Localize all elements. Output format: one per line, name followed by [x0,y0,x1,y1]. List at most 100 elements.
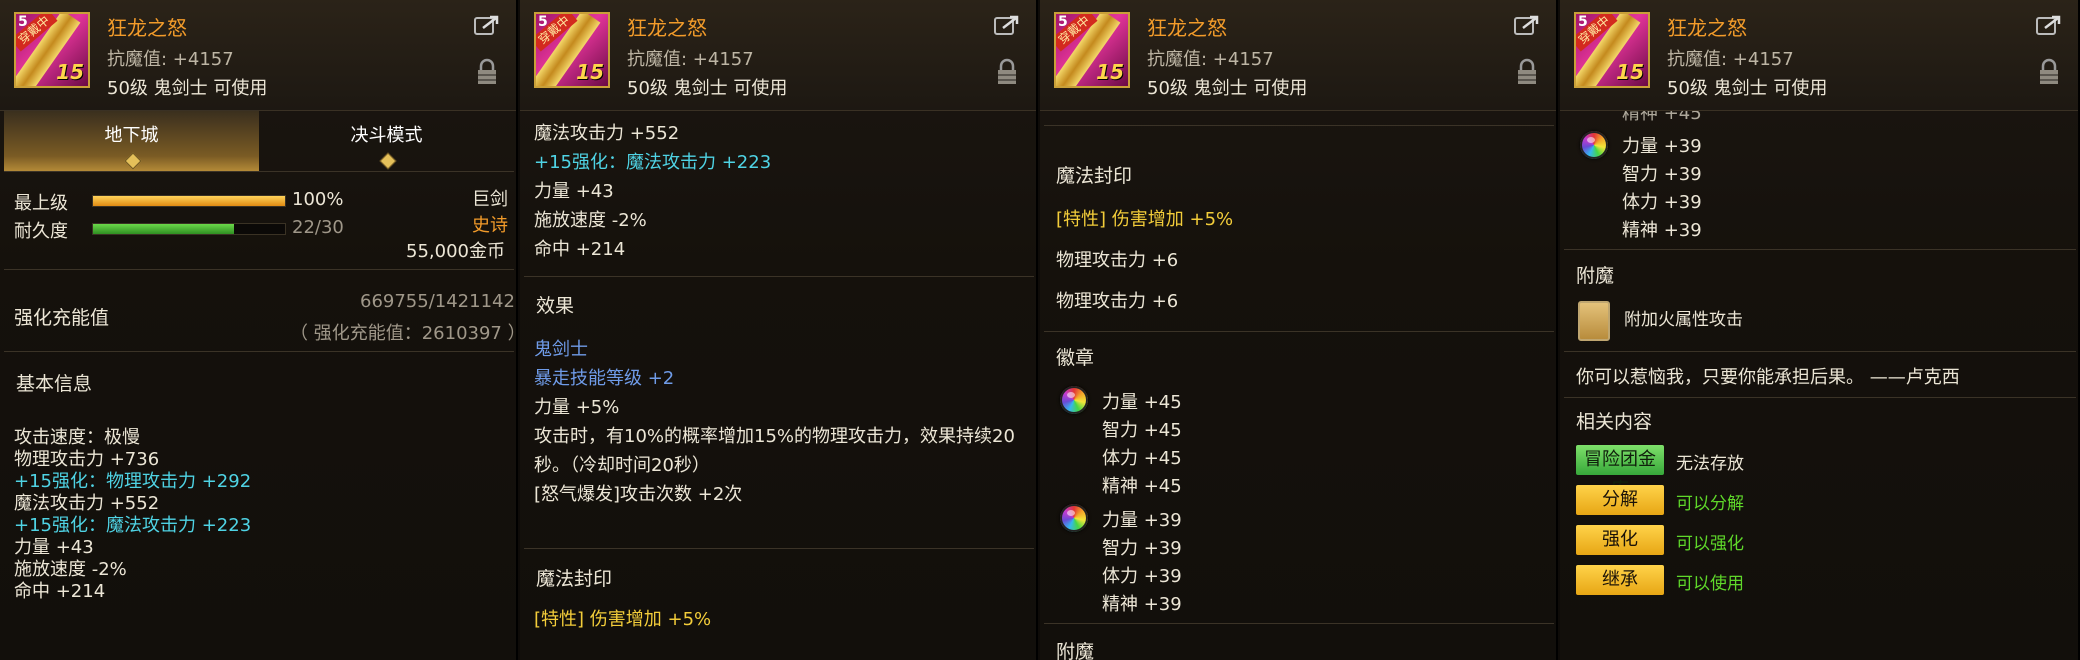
grade-bar [92,195,286,207]
related-disassemble-button[interactable]: 分解 [1576,485,1664,515]
effect-line: [怒气爆发]攻击次数 +2次 [534,484,743,505]
lock-icon[interactable] [2038,58,2060,86]
share-icon[interactable] [2036,14,2062,36]
emblem-stat: 精神 +39 [1102,594,1182,615]
emblem-orb-icon [1580,131,1608,159]
emblem-stat: 力量 +39 [1102,510,1182,531]
grade-value: 100% [292,189,344,210]
emblem-orb-icon [1060,504,1088,532]
item-tooltip-panel-4: 5 穿戴中 15 狂龙之怒 抗魔值: +4157 50级 鬼剑士 可使用 精神 … [1560,0,2080,660]
emblem-stat: 力量 +39 [1622,136,1702,157]
stat-line: 命中 +214 [534,239,626,260]
related-inherit-button[interactable]: 继承 [1576,565,1664,595]
share-icon[interactable] [1514,14,1540,36]
tooltip-header: 5 穿戴中 15 狂龙之怒 抗魔值: +4157 50级 鬼剑士 可使用 [520,0,1036,111]
enhance-level-badge: 15 [56,60,84,84]
effect-line: 攻击时，有10%的概率增加15%的物理攻击力，效果持续20 [534,426,1015,447]
flavor-quote: 你可以惹恼我，只要你能承担后果。 ——卢克西 [1576,367,1960,388]
lock-icon[interactable] [1516,58,1538,86]
stat-line: 命中 +214 [14,581,106,602]
tooltip-header: 5 穿戴中 15 狂龙之怒 抗魔值: +4157 50级 鬼剑士 可使用 [1040,0,1556,111]
durability-bar [92,223,286,235]
item-requirement: 50级 鬼剑士 可使用 [1147,78,1308,99]
durability-label: 耐久度 [14,221,68,242]
item-name: 狂龙之怒 [1667,16,1747,40]
stat-line: 施放速度 -2% [534,210,647,231]
item-anti-magic: 抗魔值: +4157 [627,49,754,70]
related-storage-button[interactable]: 冒险团金库 [1576,445,1664,500]
seal-line: 物理攻击力 +6 [1056,250,1179,271]
item-requirement: 50级 鬼剑士 可使用 [627,78,788,99]
charge-note: （ 强化充能值：2610397 ） [290,323,516,344]
emblem-stat: 精神 +45 [1102,476,1182,497]
enchant-title: 附魔 [1576,265,1615,287]
item-anti-magic: 抗魔值: +4157 [1667,49,1794,70]
stat-line: 魔法攻击力 +552 [534,123,680,144]
emblem-stat: 智力 +45 [1102,420,1182,441]
emblem-stat: 精神 +39 [1622,220,1702,241]
lock-icon[interactable] [476,58,498,86]
magic-seal-title: 魔法封印 [1056,165,1133,187]
tooltip-header: 5 穿戴中 15 狂龙之怒 抗魔值: +4157 50级 鬼剑士 可使用 [1560,0,2078,111]
related-enhance-button[interactable]: 强化 [1576,525,1664,555]
effect-line: 秒。（冷却时间20秒） [534,455,710,476]
charge-label: 强化充能值 [14,307,110,329]
related-status: 可以分解 [1676,494,1744,514]
item-name: 狂龙之怒 [107,16,187,40]
effect-line: 力量 +5% [534,397,620,418]
basic-info-title: 基本信息 [16,373,93,395]
enhance-level-badge: 15 [1616,60,1644,84]
weapon-item-icon[interactable]: 5 穿戴中 15 [534,12,610,88]
item-anti-magic: 抗魔值: +4157 [107,49,234,70]
effect-class: 鬼剑士 [534,339,588,360]
seal-line: 物理攻击力 +6 [1056,291,1179,312]
emblem-stat: 力量 +45 [1102,392,1182,413]
item-tooltip-panel-1: 5 穿戴中 15 狂龙之怒 抗魔值: +4157 50级 鬼剑士 可使用 地下城… [0,0,518,660]
emblem-title: 徽章 [1056,347,1095,369]
item-tooltip-panel-3: 5 穿戴中 15 狂龙之怒 抗魔值: +4157 50级 鬼剑士 可使用 魔法封… [1040,0,1558,660]
item-requirement: 50级 鬼剑士 可使用 [107,78,268,99]
item-tooltip-panel-2: 5 穿戴中 15 狂龙之怒 抗魔值: +4157 50级 鬼剑士 可使用 魔法攻… [520,0,1038,660]
emblem-stat: 体力 +45 [1102,448,1182,469]
share-icon[interactable] [994,14,1020,36]
emblem-partial-line: 精神 +45 [1622,111,1702,124]
effect-title: 效果 [536,295,575,317]
stat-line: +15强化：魔法攻击力 +223 [534,152,772,173]
lock-icon[interactable] [996,58,1018,86]
enchant-title-partial: 附魔 [1056,641,1095,660]
charge-value: 669755/1421142 [360,291,515,312]
related-status: 无法存放 [1676,454,1744,474]
enchant-card-icon[interactable] [1578,301,1610,341]
stat-line: 力量 +43 [534,181,614,202]
emblem-orb-icon [1060,386,1088,414]
enchant-effect: 附加火属性攻击 [1624,310,1743,330]
related-title: 相关内容 [1576,411,1653,433]
related-status: 可以强化 [1676,534,1744,554]
enhance-level-badge: 15 [576,60,604,84]
weapon-type: 巨剑 [472,189,508,210]
emblem-stat: 智力 +39 [1622,164,1702,185]
emblem-stat: 智力 +39 [1102,538,1182,559]
grade-label: 最上级 [14,193,68,214]
magic-seal-title: 魔法封印 [536,568,613,590]
weapon-item-icon[interactable]: 5 穿戴中 15 [1574,12,1650,88]
tab-pvp[interactable]: 决斗模式 [259,111,514,171]
sell-price: 55,000金币 [406,241,505,262]
seal-line: [特性] 伤害增加 +5% [1056,209,1234,230]
emblem-stat: 体力 +39 [1102,566,1182,587]
weapon-item-icon[interactable]: 5 穿戴中 15 [14,12,90,88]
magic-seal-line: [特性] 伤害增加 +5% [534,609,712,630]
durability-value: 22/30 [292,217,344,238]
weapon-item-icon[interactable]: 5 穿戴中 15 [1054,12,1130,88]
rarity-label: 史诗 [472,215,508,236]
item-name: 狂龙之怒 [627,16,707,40]
emblem-stat: 体力 +39 [1622,192,1702,213]
item-requirement: 50级 鬼剑士 可使用 [1667,78,1828,99]
share-icon[interactable] [474,14,500,36]
tooltip-header: 5 穿戴中 15 狂龙之怒 抗魔值: +4157 50级 鬼剑士 可使用 [0,0,516,111]
related-status: 可以使用 [1676,574,1744,594]
tab-dungeon[interactable]: 地下城 [4,111,259,171]
item-name: 狂龙之怒 [1147,16,1227,40]
effect-skill-level: 暴走技能等级 +2 [534,368,675,389]
item-anti-magic: 抗魔值: +4157 [1147,49,1274,70]
